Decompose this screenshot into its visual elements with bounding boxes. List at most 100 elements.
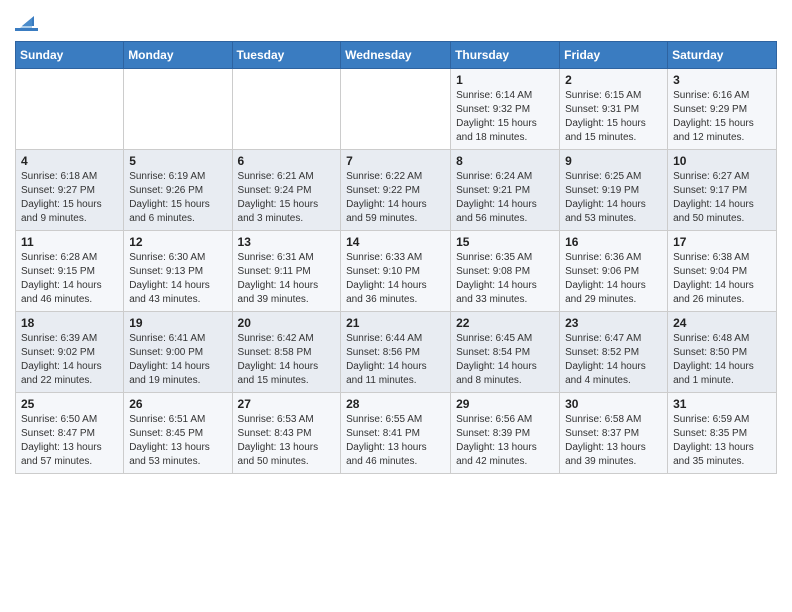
calendar-cell: 17 Sunrise: 6:38 AM Sunset: 9:04 PM Dayli… [668, 231, 777, 312]
day-info: Sunrise: 6:56 AM Sunset: 8:39 PM Dayligh… [456, 413, 554, 469]
day-info: Sunrise: 6:15 AM Sunset: 9:31 PM Dayligh… [565, 89, 662, 145]
weekday-header-saturday: Saturday [668, 42, 777, 69]
day-number: 10 [673, 154, 771, 168]
calendar-cell: 28Sunrise: 6:55 AM Sunset: 8:41 PM Dayli… [341, 393, 451, 474]
calendar-cell: 14 Sunrise: 6:33 AM Sunset: 9:10 PM Dayli… [341, 231, 451, 312]
logo-underline [15, 28, 38, 31]
weekday-header-monday: Monday [124, 42, 232, 69]
calendar-cell: 2 Sunrise: 6:15 AM Sunset: 9:31 PM Daylig… [560, 69, 668, 150]
day-info: Sunrise: 6:59 AM Sunset: 8:35 PM Dayligh… [673, 413, 771, 469]
calendar-cell: 19Sunrise: 6:41 AM Sunset: 9:00 PM Dayli… [124, 312, 232, 393]
day-number: 11 [21, 235, 118, 249]
calendar-cell: 6Sunrise: 6:21 AM Sunset: 9:24 PM Daylig… [232, 150, 341, 231]
day-number: 22 [456, 316, 554, 330]
calendar-cell: 5 Sunrise: 6:19 AM Sunset: 9:26 PM Daylig… [124, 150, 232, 231]
day-number: 21 [346, 316, 445, 330]
day-number: 2 [565, 73, 662, 87]
weekday-header-tuesday: Tuesday [232, 42, 341, 69]
day-info: Sunrise: 6:39 AM Sunset: 9:02 PM Dayligh… [21, 332, 118, 388]
day-info: Sunrise: 6:19 AM Sunset: 9:26 PM Dayligh… [129, 170, 226, 226]
day-number: 23 [565, 316, 662, 330]
day-info: Sunrise: 6:31 AM Sunset: 9:11 PM Dayligh… [238, 251, 336, 307]
day-info: Sunrise: 6:36 AM Sunset: 9:06 PM Dayligh… [565, 251, 662, 307]
calendar-cell: 15Sunrise: 6:35 AM Sunset: 9:08 PM Dayli… [451, 231, 560, 312]
day-number: 27 [238, 397, 336, 411]
day-info: Sunrise: 6:53 AM Sunset: 8:43 PM Dayligh… [238, 413, 336, 469]
week-row-1: 1 Sunrise: 6:14 AM Sunset: 9:32 PM Daylig… [16, 69, 777, 150]
day-info: Sunrise: 6:38 AM Sunset: 9:04 PM Dayligh… [673, 251, 771, 307]
day-number: 1 [456, 73, 554, 87]
day-info: Sunrise: 6:27 AM Sunset: 9:17 PM Dayligh… [673, 170, 771, 226]
day-number: 17 [673, 235, 771, 249]
calendar-cell: 13 Sunrise: 6:31 AM Sunset: 9:11 PM Dayli… [232, 231, 341, 312]
day-info: Sunrise: 6:25 AM Sunset: 9:19 PM Dayligh… [565, 170, 662, 226]
day-info: Sunrise: 6:50 AM Sunset: 8:47 PM Dayligh… [21, 413, 118, 469]
calendar-cell: 3 Sunrise: 6:16 AM Sunset: 9:29 PM Daylig… [668, 69, 777, 150]
calendar-cell: 25 Sunrise: 6:50 AM Sunset: 8:47 PM Dayli… [16, 393, 124, 474]
day-number: 8 [456, 154, 554, 168]
day-info: Sunrise: 6:16 AM Sunset: 9:29 PM Dayligh… [673, 89, 771, 145]
calendar-cell [341, 69, 451, 150]
day-number: 14 [346, 235, 445, 249]
weekday-header-wednesday: Wednesday [341, 42, 451, 69]
week-row-4: 18 Sunrise: 6:39 AM Sunset: 9:02 PM Dayli… [16, 312, 777, 393]
day-number: 31 [673, 397, 771, 411]
day-number: 16 [565, 235, 662, 249]
day-number: 24 [673, 316, 771, 330]
calendar-cell: 21 Sunrise: 6:44 AM Sunset: 8:56 PM Dayli… [341, 312, 451, 393]
day-info: Sunrise: 6:21 AM Sunset: 9:24 PM Dayligh… [238, 170, 336, 226]
calendar-cell: 11 Sunrise: 6:28 AM Sunset: 9:15 PM Dayli… [16, 231, 124, 312]
calendar-cell: 7 Sunrise: 6:22 AM Sunset: 9:22 PM Daylig… [341, 150, 451, 231]
calendar-cell: 1 Sunrise: 6:14 AM Sunset: 9:32 PM Daylig… [451, 69, 560, 150]
day-info: Sunrise: 6:22 AM Sunset: 9:22 PM Dayligh… [346, 170, 445, 226]
day-number: 30 [565, 397, 662, 411]
day-info: Sunrise: 6:42 AM Sunset: 8:58 PM Dayligh… [238, 332, 336, 388]
day-number: 19 [129, 316, 226, 330]
calendar-cell: 30Sunrise: 6:58 AM Sunset: 8:37 PM Dayli… [560, 393, 668, 474]
calendar-cell: 24 Sunrise: 6:48 AM Sunset: 8:50 PM Dayli… [668, 312, 777, 393]
week-row-5: 25 Sunrise: 6:50 AM Sunset: 8:47 PM Dayli… [16, 393, 777, 474]
logo [15, 10, 38, 31]
day-number: 29 [456, 397, 554, 411]
calendar-cell: 26Sunrise: 6:51 AM Sunset: 8:45 PM Dayli… [124, 393, 232, 474]
weekday-header-row: SundayMondayTuesdayWednesdayThursdayFrid… [16, 42, 777, 69]
calendar-cell: 29 Sunrise: 6:56 AM Sunset: 8:39 PM Dayli… [451, 393, 560, 474]
day-number: 15 [456, 235, 554, 249]
day-number: 7 [346, 154, 445, 168]
calendar-cell: 10 Sunrise: 6:27 AM Sunset: 9:17 PM Dayli… [668, 150, 777, 231]
calendar-cell: 4 Sunrise: 6:18 AM Sunset: 9:27 PM Daylig… [16, 150, 124, 231]
day-info: Sunrise: 6:18 AM Sunset: 9:27 PM Dayligh… [21, 170, 118, 226]
day-info: Sunrise: 6:48 AM Sunset: 8:50 PM Dayligh… [673, 332, 771, 388]
day-info: Sunrise: 6:30 AM Sunset: 9:13 PM Dayligh… [129, 251, 226, 307]
day-info: Sunrise: 6:24 AM Sunset: 9:21 PM Dayligh… [456, 170, 554, 226]
calendar-cell: 22Sunrise: 6:45 AM Sunset: 8:54 PM Dayli… [451, 312, 560, 393]
calendar-cell: 8 Sunrise: 6:24 AM Sunset: 9:21 PM Daylig… [451, 150, 560, 231]
day-number: 12 [129, 235, 226, 249]
day-number: 28 [346, 397, 445, 411]
weekday-header-friday: Friday [560, 42, 668, 69]
day-number: 3 [673, 73, 771, 87]
weekday-header-thursday: Thursday [451, 42, 560, 69]
day-number: 25 [21, 397, 118, 411]
calendar-cell: 23 Sunrise: 6:47 AM Sunset: 8:52 PM Dayli… [560, 312, 668, 393]
day-number: 20 [238, 316, 336, 330]
calendar-cell: 20 Sunrise: 6:42 AM Sunset: 8:58 PM Dayli… [232, 312, 341, 393]
calendar-cell: 27 Sunrise: 6:53 AM Sunset: 8:43 PM Dayli… [232, 393, 341, 474]
day-number: 4 [21, 154, 118, 168]
calendar-cell [124, 69, 232, 150]
day-info: Sunrise: 6:33 AM Sunset: 9:10 PM Dayligh… [346, 251, 445, 307]
weekday-header-sunday: Sunday [16, 42, 124, 69]
day-info: Sunrise: 6:44 AM Sunset: 8:56 PM Dayligh… [346, 332, 445, 388]
day-number: 13 [238, 235, 336, 249]
day-info: Sunrise: 6:47 AM Sunset: 8:52 PM Dayligh… [565, 332, 662, 388]
calendar-cell: 12 Sunrise: 6:30 AM Sunset: 9:13 PM Dayli… [124, 231, 232, 312]
header [15, 10, 777, 31]
day-info: Sunrise: 6:51 AM Sunset: 8:45 PM Dayligh… [129, 413, 226, 469]
week-row-2: 4 Sunrise: 6:18 AM Sunset: 9:27 PM Daylig… [16, 150, 777, 231]
calendar-cell: 16 Sunrise: 6:36 AM Sunset: 9:06 PM Dayli… [560, 231, 668, 312]
day-number: 18 [21, 316, 118, 330]
calendar-cell: 31 Sunrise: 6:59 AM Sunset: 8:35 PM Dayli… [668, 393, 777, 474]
day-info: Sunrise: 6:28 AM Sunset: 9:15 PM Dayligh… [21, 251, 118, 307]
day-number: 5 [129, 154, 226, 168]
day-info: Sunrise: 6:14 AM Sunset: 9:32 PM Dayligh… [456, 89, 554, 145]
